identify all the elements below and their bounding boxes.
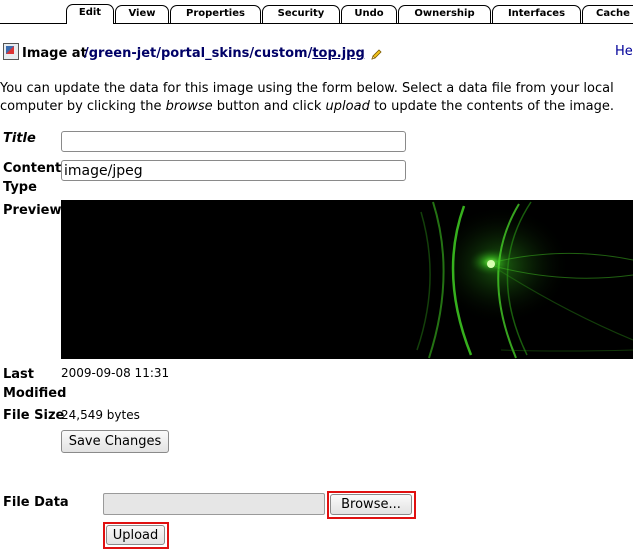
tab-view[interactable]: View [115,5,169,23]
file-data-label: File Data [3,495,69,510]
breadcrumb-custom[interactable]: /custom [249,46,307,61]
save-changes-button[interactable]: Save Changes [61,430,169,453]
description: You can update the data for this image u… [0,80,633,116]
tab-security[interactable]: Security [262,5,340,23]
tab-properties[interactable]: Properties [170,5,261,23]
last-modified-value: 2009-09-08 11:31 [61,366,170,380]
description-browse-word: browse [165,99,213,114]
breadcrumb-file-link[interactable]: top.jpg [312,46,364,61]
description-text: button and click [212,99,326,114]
preview-label: Preview [3,203,62,218]
file-size-label: File Size [3,408,65,423]
description-upload-word: upload [325,99,370,114]
tab-interfaces[interactable]: Interfaces [492,5,581,23]
tab-undo[interactable]: Undo [341,5,397,23]
tab-bar: Edit View Properties Security Undo Owner… [0,0,633,24]
breadcrumb-green-jet[interactable]: /green-jet [84,46,156,61]
title-input[interactable] [61,131,406,152]
tab-ownership[interactable]: Ownership [398,5,491,23]
browse-button[interactable]: Browse... [330,494,412,515]
pencil-icon[interactable] [371,48,383,64]
file-path-field[interactable] [103,493,325,515]
image-at-label: Image at [22,46,87,61]
help-link[interactable]: He [615,44,633,59]
file-size-value: 24,549 bytes [61,408,140,422]
last-modified-label-line2: Modified [3,386,67,401]
content-type-label-line2: Type [3,180,37,195]
description-text: to update the contents of the image. [369,99,614,114]
tab-edit[interactable]: Edit [66,4,114,24]
tab-cache[interactable]: Cache [582,5,633,23]
breadcrumb-portal-skins[interactable]: /portal_skins [156,46,249,61]
image-preview [61,200,633,359]
breadcrumb: /green-jet/portal_skins/custom/top.jpg [84,46,383,64]
content-type-label-line1: Content [3,161,62,176]
image-file-icon [3,43,19,60]
title-label: Title [3,131,36,146]
upload-button[interactable]: Upload [106,525,165,545]
content-type-input[interactable] [61,160,406,181]
last-modified-label-line1: Last [3,367,35,382]
